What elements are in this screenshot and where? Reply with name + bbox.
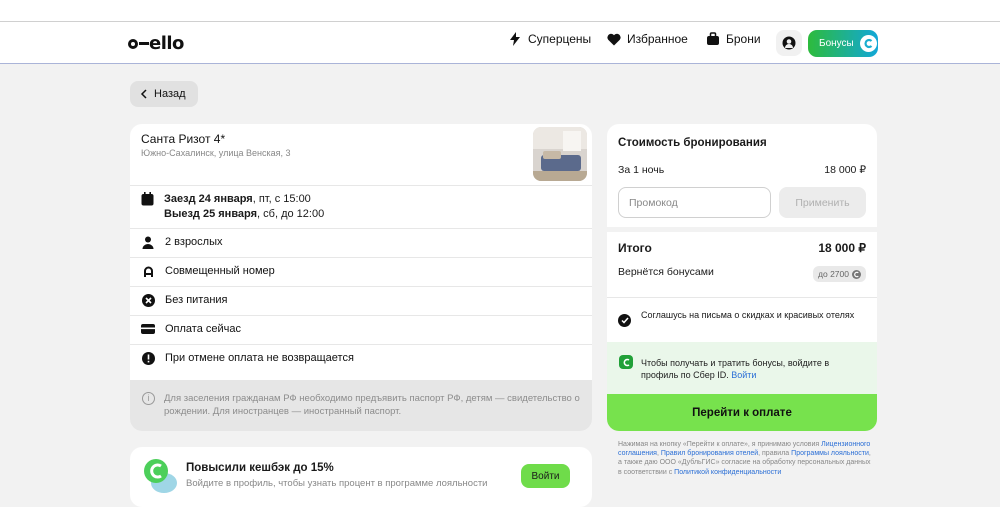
loyalty-program-link[interactable]: Программы лояльности bbox=[791, 450, 869, 457]
newsletter-consent[interactable]: Соглашусь на письма о скидках и красивых… bbox=[618, 309, 858, 327]
cashback-title: Повысили кешбэк до 15% bbox=[186, 462, 334, 474]
back-button-label: Назад bbox=[154, 88, 186, 100]
passport-note: i Для заселения гражданам РФ необходимо … bbox=[130, 380, 592, 431]
chevron-left-icon bbox=[140, 89, 147, 99]
hotel-name[interactable]: Санта Ризот 4* bbox=[141, 132, 225, 146]
profile-button[interactable] bbox=[776, 30, 802, 56]
legal-text-1: Нажимая на кнопку «Перейти к оплате», я … bbox=[618, 441, 820, 448]
legal-text-3: , правила bbox=[758, 450, 790, 458]
room-row: Совмещенный номер bbox=[141, 264, 275, 278]
cashback-login-button[interactable]: Войти bbox=[521, 464, 570, 488]
browser-top-strip bbox=[0, 0, 1000, 22]
checkout-date: Выезд 25 января bbox=[164, 208, 258, 220]
hotel-photo[interactable] bbox=[533, 127, 587, 181]
nav-bookings[interactable]: Брони bbox=[706, 32, 761, 46]
cashback-subtitle: Войдите в профиль, чтобы узнать процент … bbox=[186, 478, 488, 489]
meals-row: Без питания bbox=[141, 293, 228, 307]
checkout-time: , сб, до 12:00 bbox=[257, 208, 325, 220]
site-header: ello Суперцены Избранное Брони Бонусы bbox=[0, 22, 1000, 64]
calendar-icon bbox=[141, 192, 154, 222]
checkout-line: Выезд 25 января, сб, до 12:00 bbox=[164, 207, 324, 222]
meals-text: Без питания bbox=[165, 294, 228, 306]
heart-icon bbox=[607, 33, 621, 45]
bonus-button[interactable]: Бонусы bbox=[808, 30, 878, 57]
night-price: 18 000 ₽ bbox=[824, 164, 866, 176]
bonus-coin-icon bbox=[859, 35, 877, 52]
logo-text: ello bbox=[149, 33, 184, 54]
sber-id-block: Чтобы получать и тратить бонусы, войдите… bbox=[607, 342, 877, 398]
room-text: Совмещенный номер bbox=[165, 265, 275, 277]
person-icon bbox=[141, 235, 155, 249]
legal-disclaimer: Нажимая на кнопку «Перейти к оплате», я … bbox=[618, 440, 873, 477]
checkin-checkout: Заезд 24 января, пт, с 15:00 Выезд 25 ян… bbox=[141, 192, 324, 222]
nav-supercena[interactable]: Суперцены bbox=[508, 32, 591, 46]
checkin-time: , пт, с 15:00 bbox=[252, 193, 311, 205]
bed-icon bbox=[141, 264, 155, 278]
divider bbox=[130, 257, 592, 258]
divider bbox=[130, 185, 592, 186]
back-button[interactable]: Назад bbox=[130, 81, 198, 107]
nav-favorites[interactable]: Избранное bbox=[607, 32, 688, 46]
checkbox-checked-icon[interactable] bbox=[618, 314, 631, 327]
promo-code-input[interactable] bbox=[618, 187, 771, 218]
total-value: 18 000 ₽ bbox=[818, 241, 866, 255]
checkin-date: Заезд 24 января bbox=[164, 193, 253, 205]
bonus-back-badge: до 2700 bbox=[813, 266, 866, 282]
booking-cost-card: Стоимость бронирования За 1 ночь 18 000 … bbox=[607, 124, 877, 431]
divider bbox=[130, 228, 592, 229]
guests-text: 2 взрослых bbox=[165, 236, 223, 248]
sber-id-icon bbox=[619, 355, 633, 369]
cashback-coin-icon bbox=[142, 457, 180, 495]
warning-icon bbox=[141, 351, 155, 365]
passport-note-text: Для заселения гражданам РФ необходимо пр… bbox=[164, 393, 580, 417]
payment-row: Оплата сейчас bbox=[141, 322, 241, 336]
booking-cost-title: Стоимость бронирования bbox=[618, 137, 767, 149]
card-icon bbox=[141, 322, 155, 336]
divider bbox=[607, 297, 877, 298]
hotel-address: Южно-Сахалинск, улица Венская, 3 bbox=[141, 148, 291, 158]
info-icon: i bbox=[142, 392, 155, 405]
user-icon bbox=[782, 36, 796, 50]
lightning-icon bbox=[510, 32, 520, 46]
payment-text: Оплата сейчас bbox=[165, 323, 242, 335]
checkin-line: Заезд 24 января, пт, с 15:00 bbox=[164, 192, 324, 207]
cashback-banner: Повысили кешбэк до 15% Войдите в профиль… bbox=[130, 447, 592, 507]
privacy-policy-link[interactable]: Политикой конфиденциальности bbox=[674, 469, 781, 476]
nav-supercena-label: Суперцены bbox=[528, 32, 592, 46]
logo-dash-icon bbox=[139, 41, 149, 45]
cancellation-text: При отмене оплата не возвращается bbox=[165, 352, 354, 364]
bonus-coin-icon bbox=[852, 269, 861, 279]
proceed-to-payment-button[interactable]: Перейти к оплате bbox=[607, 394, 877, 431]
bonus-button-label: Бонусы bbox=[819, 38, 854, 49]
bonus-back-value: до 2700 bbox=[818, 269, 849, 279]
sber-id-login-link[interactable]: Войти bbox=[731, 370, 756, 380]
nav-favorites-label: Избранное bbox=[627, 32, 688, 46]
booking-rules-link[interactable]: Правил бронирования отелей bbox=[661, 450, 758, 457]
sber-id-message: Чтобы получать и тратить бонусы, войдите… bbox=[641, 357, 863, 381]
total-label: Итого bbox=[618, 241, 652, 255]
guests-row: 2 взрослых bbox=[141, 235, 223, 249]
night-label: За 1 ночь bbox=[618, 164, 665, 176]
no-meals-icon bbox=[141, 293, 155, 307]
suitcase-icon bbox=[707, 32, 719, 45]
bonus-back-label: Вернётся бонусами bbox=[618, 266, 714, 278]
divider bbox=[130, 344, 592, 345]
logo-circle-icon bbox=[128, 38, 138, 49]
divider bbox=[130, 286, 592, 287]
nav-bookings-label: Брони bbox=[726, 32, 761, 46]
otello-logo[interactable]: ello bbox=[128, 33, 184, 54]
apply-promo-button[interactable]: Применить bbox=[779, 187, 866, 218]
newsletter-consent-text: Соглашусь на письма о скидках и красивых… bbox=[641, 310, 855, 320]
divider bbox=[607, 227, 877, 232]
hotel-details-card: Санта Ризот 4* Южно-Сахалинск, улица Вен… bbox=[130, 124, 592, 431]
cancellation-row: При отмене оплата не возвращается bbox=[141, 351, 354, 365]
divider bbox=[130, 315, 592, 316]
